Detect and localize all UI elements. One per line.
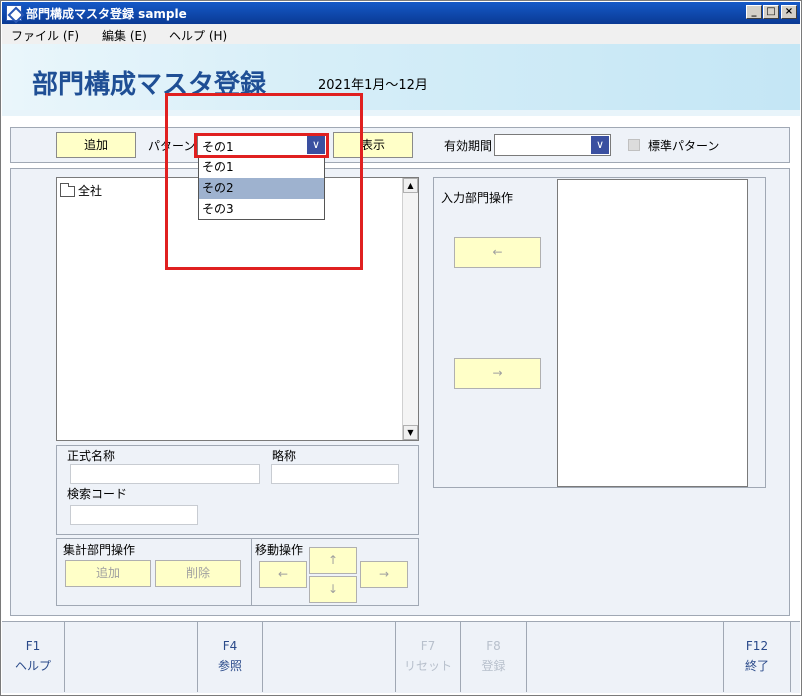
f7-key-label: F7 <box>420 639 436 653</box>
search-code-label: 検索コード <box>67 487 128 501</box>
f12-key-text: 終了 <box>744 659 769 673</box>
menu-help[interactable]: ヘルプ (H) <box>169 27 227 44</box>
f1-key-label: F1 <box>25 639 41 653</box>
chevron-down-icon[interactable]: ∨ <box>591 136 609 154</box>
input-dept-title: 入力部門操作 <box>441 191 514 205</box>
menu-edit[interactable]: 編集 (E) <box>102 27 147 44</box>
move-right-button[interactable]: → <box>360 561 408 588</box>
menu-file[interactable]: ファイル (F) <box>11 27 79 44</box>
fiscal-period: 2021年1月～12月 <box>318 78 428 93</box>
valid-period-label: 有効期間 <box>444 139 493 153</box>
annotation-highlight-outer <box>165 93 363 270</box>
header-banner: 部門構成マスタ登録 2021年1月～12月 <box>2 44 800 116</box>
folder-icon <box>60 183 75 197</box>
scroll-down-icon[interactable]: ▼ <box>403 425 418 440</box>
f9-f11-empty-key <box>527 622 724 692</box>
f12-key-label: F12 <box>745 639 769 653</box>
aggregate-add-button[interactable]: 追加 <box>65 560 151 587</box>
maximize-button[interactable]: □ <box>763 5 779 19</box>
search-code-input[interactable] <box>70 505 198 525</box>
input-dept-list[interactable] <box>557 179 748 487</box>
f7-reset-key[interactable]: F7 リセット <box>396 622 461 692</box>
menu-bar: ファイル (F) 編集 (E) ヘルプ (H) <box>2 24 800 44</box>
tree-root-label[interactable]: 全社 <box>78 182 102 199</box>
formal-name-label: 正式名称 <box>67 449 116 463</box>
f1-key-text: ヘルプ <box>14 659 51 673</box>
move-title: 移動操作 <box>255 543 304 557</box>
move-left-button[interactable]: ← <box>259 561 307 588</box>
tree-scrollbar[interactable]: ▲ ▼ <box>402 178 418 440</box>
add-pattern-button[interactable]: 追加 <box>56 132 136 158</box>
f12-exit-key[interactable]: F12 終了 <box>724 622 791 692</box>
function-key-bar: F1 ヘルプ F4 参照 F7 リセット F8 登録 F12 終了 <box>2 621 800 693</box>
f2-f3-empty-key <box>65 622 198 692</box>
app-window: 部門構成マスタ登録 sample _ □ × ファイル (F) 編集 (E) ヘ… <box>0 0 802 696</box>
f7-key-text: リセット <box>403 659 452 673</box>
title-bar: 部門構成マスタ登録 sample _ □ × <box>2 2 800 24</box>
move-up-button[interactable]: ↑ <box>309 547 357 574</box>
input-dept-right-button[interactable]: → <box>454 358 541 389</box>
window-title: 部門構成マスタ登録 sample <box>26 7 187 21</box>
standard-pattern-checkbox[interactable] <box>628 139 640 151</box>
aggregate-delete-button[interactable]: 削除 <box>155 560 241 587</box>
input-dept-left-button[interactable]: ← <box>454 237 541 268</box>
formal-name-input[interactable] <box>70 464 260 484</box>
f4-key-label: F4 <box>222 639 238 653</box>
f8-key-text: 登録 <box>481 659 506 673</box>
f8-key-label: F8 <box>486 639 501 653</box>
aggregate-title: 集計部門操作 <box>63 543 136 557</box>
f8-register-key[interactable]: F8 登録 <box>461 622 527 692</box>
standard-pattern-label: 標準パターン <box>648 139 720 153</box>
move-down-button[interactable]: ↓ <box>309 576 357 603</box>
minimize-button[interactable]: _ <box>746 5 762 19</box>
scroll-up-icon[interactable]: ▲ <box>403 178 418 193</box>
f4-key-text: 参照 <box>217 659 242 673</box>
short-name-label: 略称 <box>272 449 297 463</box>
annotation-highlight-combo <box>194 133 329 158</box>
short-name-input[interactable] <box>271 464 399 484</box>
close-button[interactable]: × <box>781 5 797 19</box>
f5-f6-empty-key <box>263 622 396 692</box>
f4-reference-key[interactable]: F4 参照 <box>198 622 263 692</box>
f1-help-key[interactable]: F1 ヘルプ <box>2 622 65 692</box>
valid-period-select[interactable]: ∨ <box>494 134 611 156</box>
banner-divider <box>2 110 800 116</box>
app-icon <box>6 5 22 21</box>
